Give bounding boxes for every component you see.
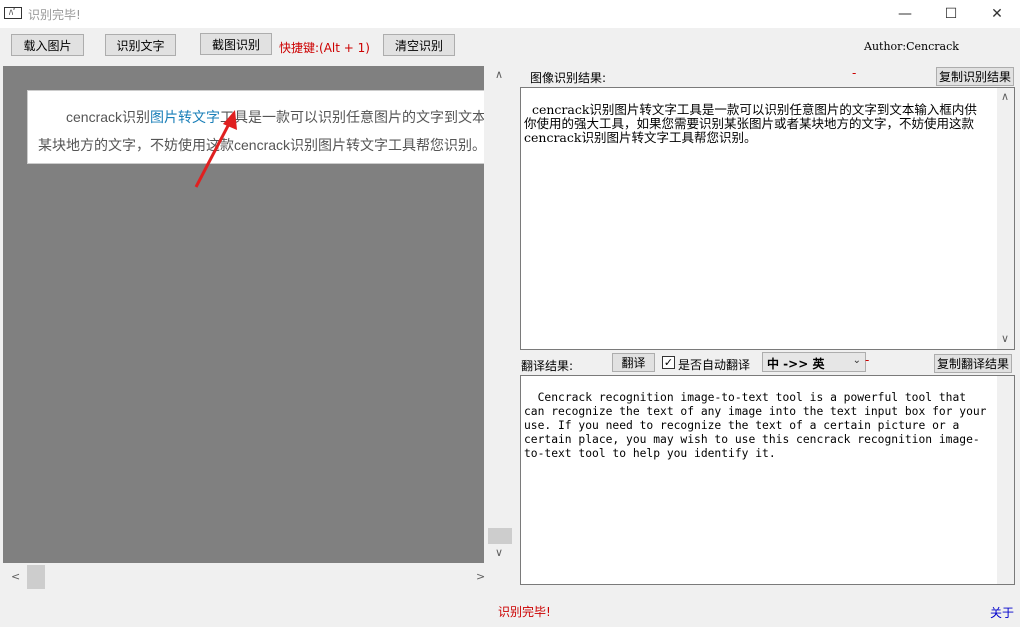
image-preview-pane[interactable]: cencrack识别图片转文字工具是一款可以识别任意图片的文字到文本 某块地方的…	[3, 66, 484, 563]
image-pane-vscrollbar[interactable]: ∧ ∨	[486, 66, 514, 566]
loaded-image: cencrack识别图片转文字工具是一款可以识别任意图片的文字到文本 某块地方的…	[27, 90, 484, 164]
vscroll-thumb[interactable]	[488, 528, 512, 544]
scroll-down-icon[interactable]: ∨	[495, 546, 503, 559]
translate-button[interactable]: 翻译	[612, 353, 655, 372]
clear-button[interactable]: 清空识别	[383, 34, 455, 56]
result-scrollbar[interactable]: ∧ ∨	[997, 88, 1014, 349]
shortcut-hint: 快捷键:(Alt + 1)	[279, 41, 370, 55]
image-text-line-1: cencrack识别图片转文字工具是一款可以识别任意图片的文字到文本	[66, 109, 484, 125]
app-icon: ﾊﾞ	[4, 7, 22, 19]
scroll-up-icon[interactable]: ∧	[495, 68, 503, 81]
result-textbox[interactable]: cencrack识别图片转文字工具是一款可以识别任意图片的文字到文本输入框内供你…	[520, 87, 1015, 350]
load-image-button[interactable]: 载入图片	[11, 34, 84, 56]
result-label: 图像识别结果:	[530, 71, 607, 85]
scroll-left-icon[interactable]: <	[11, 570, 20, 583]
scroll-right-icon[interactable]: >	[476, 570, 485, 583]
auto-translate-checkbox[interactable]: ✓	[662, 356, 675, 369]
image-text-line-2: 某块地方的文字，不妨使用这款cencrack识别图片转文字工具帮您识别。	[38, 137, 484, 153]
scroll-up-icon[interactable]: ∧	[1001, 90, 1009, 104]
screenshot-recognize-button[interactable]: 截图识别	[200, 33, 272, 55]
result-dash: -	[852, 66, 857, 80]
status-message: 识别完毕!	[498, 605, 551, 619]
translation-text: Cencrack recognition image-to-text tool …	[524, 391, 994, 460]
title-bar: ﾊﾞ 识别完毕! — ☐ ✕	[0, 0, 1020, 28]
image-pane-hscrollbar[interactable]: < >	[3, 563, 485, 591]
chevron-down-icon: ⌄	[852, 355, 861, 366]
copy-translation-button[interactable]: 复制翻译结果	[934, 354, 1012, 373]
translate-dash: -	[865, 353, 870, 367]
translate-label: 翻译结果:	[521, 359, 574, 373]
author-label: Author:Cencrack	[864, 40, 959, 53]
window-title: 识别完毕!	[28, 8, 81, 22]
minimize-button[interactable]: —	[882, 0, 928, 28]
recognize-text-button[interactable]: 识别文字	[105, 34, 176, 56]
result-text: cencrack识别图片转文字工具是一款可以识别任意图片的文字到文本输入框内供你…	[524, 102, 977, 145]
maximize-button[interactable]: ☐	[928, 0, 974, 28]
copy-result-button[interactable]: 复制识别结果	[936, 67, 1014, 86]
close-button[interactable]: ✕	[974, 0, 1020, 28]
hscroll-thumb[interactable]	[27, 565, 45, 589]
translation-scrollbar[interactable]	[997, 376, 1014, 584]
red-arrow-annotation	[194, 110, 237, 188]
about-link[interactable]: 关于	[990, 604, 1014, 621]
scroll-down-icon[interactable]: ∨	[1001, 332, 1009, 346]
language-direction-select[interactable]: 中 ->> 英 ⌄	[762, 352, 866, 372]
auto-translate-label: 是否自动翻译	[678, 358, 751, 372]
language-direction-value: 中 ->> 英	[767, 357, 825, 371]
translation-textbox[interactable]: Cencrack recognition image-to-text tool …	[520, 375, 1015, 585]
